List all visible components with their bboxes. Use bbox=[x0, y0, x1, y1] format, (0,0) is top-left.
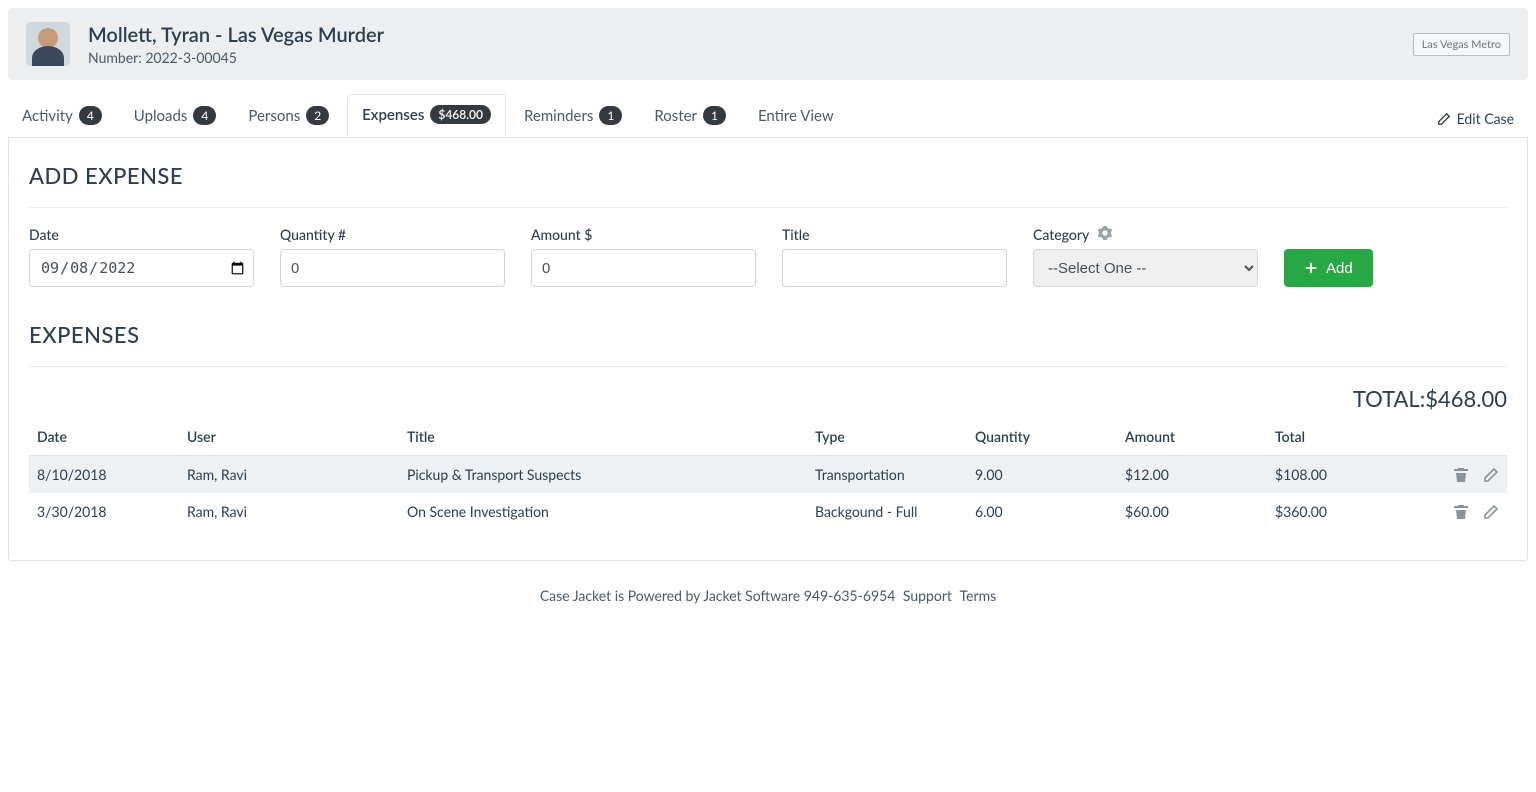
tab-entire-view-label: Entire View bbox=[758, 107, 834, 125]
cell-qty: 9.00 bbox=[967, 456, 1117, 494]
tab-persons-count: 2 bbox=[306, 106, 329, 125]
quantity-input[interactable] bbox=[280, 249, 505, 287]
case-title: Mollett, Tyran - Las Vegas Murder bbox=[88, 23, 384, 47]
cell-title: On Scene Investigation bbox=[399, 493, 807, 530]
cell-type: Backgound - Full bbox=[807, 493, 967, 530]
cell-date: 3/30/2018 bbox=[29, 493, 179, 530]
add-expense-heading: ADD EXPENSE bbox=[29, 162, 1507, 189]
tab-expenses[interactable]: Expenses $468.00 bbox=[347, 94, 506, 137]
edit-row-icon[interactable] bbox=[1483, 467, 1499, 483]
field-amount: Amount $ bbox=[531, 226, 756, 287]
org-badge: Las Vegas Metro bbox=[1413, 33, 1510, 56]
field-quantity: Quantity # bbox=[280, 226, 505, 287]
col-actions bbox=[1417, 418, 1507, 456]
tab-expenses-badge: $468.00 bbox=[430, 105, 491, 124]
amount-input[interactable] bbox=[531, 249, 756, 287]
category-settings-icon[interactable] bbox=[1098, 226, 1112, 240]
tab-uploads[interactable]: Uploads 4 bbox=[120, 96, 231, 137]
expenses-table: Date User Title Type Quantity Amount Tot… bbox=[29, 418, 1507, 530]
category-label-text: Category bbox=[1033, 226, 1089, 243]
footer-text: Case Jacket is Powered by Jacket Softwar… bbox=[540, 587, 896, 604]
footer: Case Jacket is Powered by Jacket Softwar… bbox=[0, 569, 1536, 644]
cell-amt: $60.00 bbox=[1117, 493, 1267, 530]
date-input[interactable] bbox=[29, 249, 254, 287]
case-number-label: Number: bbox=[88, 49, 142, 66]
case-number-value: 2022-3-00045 bbox=[145, 49, 237, 66]
tab-activity-count: 4 bbox=[79, 106, 102, 125]
category-select[interactable]: --Select One -- bbox=[1033, 249, 1258, 287]
expenses-header-row: Date User Title Type Quantity Amount Tot… bbox=[29, 418, 1507, 456]
cell-total: $108.00 bbox=[1267, 456, 1417, 494]
table-row: 8/10/2018 Ram, Ravi Pickup & Transport S… bbox=[29, 456, 1507, 494]
tab-roster-count: 1 bbox=[703, 106, 726, 125]
edit-row-icon[interactable] bbox=[1483, 504, 1499, 520]
edit-case-label: Edit Case bbox=[1457, 110, 1514, 127]
col-user: User bbox=[179, 418, 399, 456]
date-label: Date bbox=[29, 226, 254, 243]
case-header: Mollett, Tyran - Las Vegas Murder Number… bbox=[8, 8, 1528, 80]
quantity-label: Quantity # bbox=[280, 226, 505, 243]
footer-support-link[interactable]: Support bbox=[903, 587, 952, 604]
cell-date: 8/10/2018 bbox=[29, 456, 179, 494]
expenses-panel: ADD EXPENSE Date Quantity # Amount $ Tit… bbox=[8, 137, 1528, 561]
cell-type: Transportation bbox=[807, 456, 967, 494]
gear-icon bbox=[1098, 226, 1112, 240]
expenses-total: TOTAL:$468.00 bbox=[29, 385, 1507, 412]
tab-roster[interactable]: Roster 1 bbox=[640, 96, 740, 137]
tab-roster-label: Roster bbox=[654, 107, 697, 125]
cell-total: $360.00 bbox=[1267, 493, 1417, 530]
col-amt: Amount bbox=[1117, 418, 1267, 456]
tab-entire-view[interactable]: Entire View bbox=[744, 97, 848, 137]
col-title: Title bbox=[399, 418, 807, 456]
field-category: Category --Select One -- bbox=[1033, 226, 1258, 287]
tab-activity[interactable]: Activity 4 bbox=[8, 96, 116, 137]
expenses-total-label: TOTAL: bbox=[1353, 385, 1425, 412]
row-actions bbox=[1425, 504, 1499, 520]
edit-icon bbox=[1437, 112, 1451, 126]
expenses-total-value: $468.00 bbox=[1425, 385, 1507, 412]
title-label: Title bbox=[782, 226, 1007, 243]
tab-uploads-label: Uploads bbox=[134, 107, 188, 125]
tab-persons[interactable]: Persons 2 bbox=[234, 96, 343, 137]
case-header-text: Mollett, Tyran - Las Vegas Murder Number… bbox=[88, 23, 384, 66]
tab-reminders-label: Reminders bbox=[524, 107, 593, 125]
cell-user: Ram, Ravi bbox=[179, 493, 399, 530]
cell-amt: $12.00 bbox=[1117, 456, 1267, 494]
cell-user: Ram, Ravi bbox=[179, 456, 399, 494]
category-label: Category bbox=[1033, 226, 1258, 243]
footer-terms-link[interactable]: Terms bbox=[960, 587, 997, 604]
case-header-left: Mollett, Tyran - Las Vegas Murder Number… bbox=[26, 22, 384, 66]
col-type: Type bbox=[807, 418, 967, 456]
tab-uploads-count: 4 bbox=[193, 106, 216, 125]
plus-icon bbox=[1304, 261, 1318, 275]
cell-qty: 6.00 bbox=[967, 493, 1117, 530]
title-input[interactable] bbox=[782, 249, 1007, 287]
tab-activity-label: Activity bbox=[22, 107, 73, 125]
case-number: Number: 2022-3-00045 bbox=[88, 49, 384, 66]
col-total: Total bbox=[1267, 418, 1417, 456]
cell-title: Pickup & Transport Suspects bbox=[399, 456, 807, 494]
add-button-label: Add bbox=[1326, 260, 1353, 277]
row-actions bbox=[1425, 467, 1499, 483]
trash-icon[interactable] bbox=[1453, 467, 1469, 483]
field-title: Title bbox=[782, 226, 1007, 287]
field-date: Date bbox=[29, 226, 254, 287]
divider-2 bbox=[29, 366, 1507, 367]
amount-label: Amount $ bbox=[531, 226, 756, 243]
tab-expenses-label: Expenses bbox=[362, 106, 424, 124]
add-button[interactable]: Add bbox=[1284, 249, 1373, 287]
col-qty: Quantity bbox=[967, 418, 1117, 456]
case-avatar bbox=[26, 22, 70, 66]
expenses-heading: EXPENSES bbox=[29, 321, 1507, 348]
tab-bar: Activity 4 Uploads 4 Persons 2 Expenses … bbox=[8, 94, 1528, 137]
col-date: Date bbox=[29, 418, 179, 456]
tab-reminders-count: 1 bbox=[599, 106, 622, 125]
table-row: 3/30/2018 Ram, Ravi On Scene Investigati… bbox=[29, 493, 1507, 530]
divider bbox=[29, 207, 1507, 208]
trash-icon[interactable] bbox=[1453, 504, 1469, 520]
tab-reminders[interactable]: Reminders 1 bbox=[510, 96, 636, 137]
tab-persons-label: Persons bbox=[248, 107, 300, 125]
add-expense-form: Date Quantity # Amount $ Title Category … bbox=[29, 226, 1507, 287]
edit-case-button[interactable]: Edit Case bbox=[1423, 100, 1528, 137]
